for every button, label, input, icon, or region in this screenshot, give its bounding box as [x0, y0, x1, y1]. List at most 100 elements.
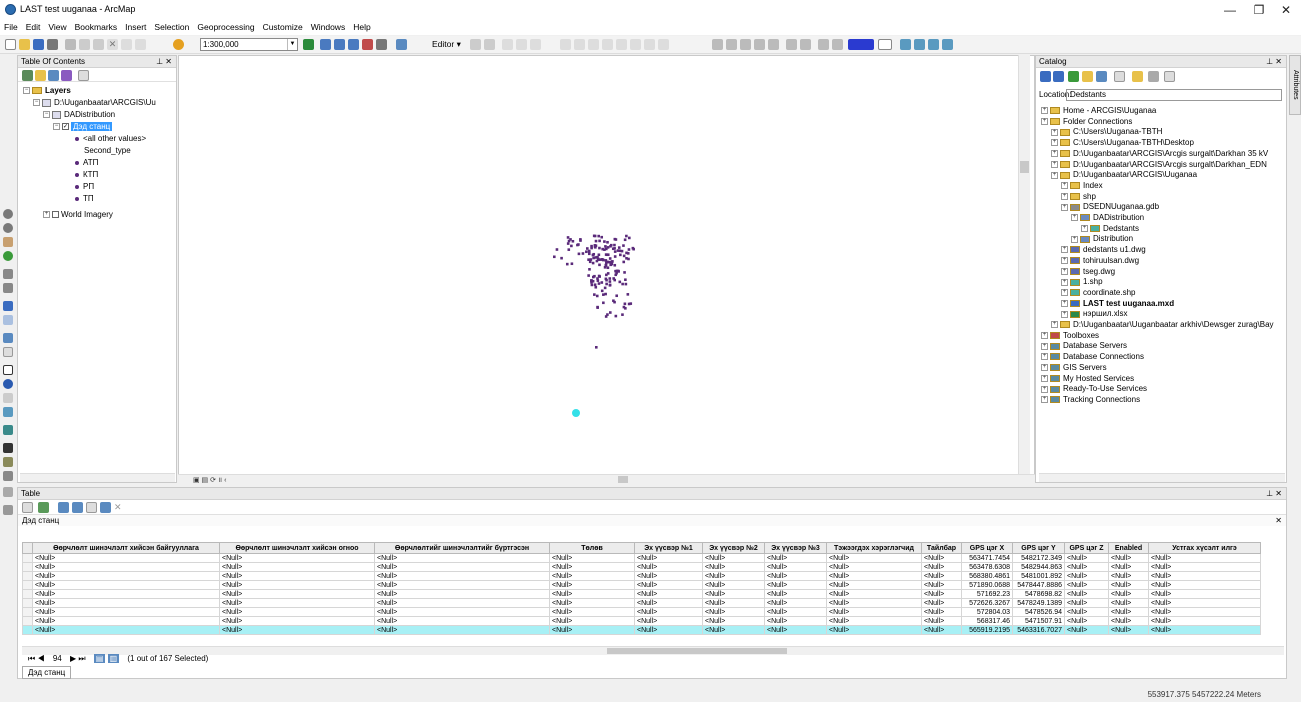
table-cell[interactable]: <Null> [1148, 553, 1261, 563]
end-point-arc-icon[interactable] [516, 39, 527, 50]
straight-segment-icon[interactable] [502, 39, 513, 50]
table-cell[interactable]: 5478447.8886 [1012, 580, 1065, 590]
cut-icon[interactable] [65, 39, 76, 50]
substation-point[interactable] [596, 257, 600, 261]
substation-point[interactable] [560, 256, 563, 260]
substation-point[interactable] [586, 247, 589, 250]
expand-icon[interactable]: + [1061, 257, 1068, 265]
layer-visibility-checkbox[interactable] [52, 211, 59, 219]
substation-point[interactable] [598, 263, 601, 267]
substation-point[interactable] [624, 307, 627, 310]
substation-point[interactable] [623, 271, 626, 274]
expand-icon[interactable]: + [1041, 107, 1048, 115]
expand-icon[interactable]: + [1041, 342, 1048, 350]
catalog-item[interactable]: + Folder Connections [1041, 117, 1132, 126]
table-cell[interactable]: 5478249.1389 [1012, 598, 1065, 608]
split-icon[interactable] [602, 39, 613, 50]
table-row[interactable]: <Null> <Null> <Null> <Null> <Null> <Null> <Nul… [22, 625, 1261, 635]
expand-icon[interactable]: + [1071, 235, 1078, 243]
chevron-down-icon[interactable]: ▼ [287, 39, 297, 50]
basemap-layer-label[interactable]: World Imagery [61, 210, 113, 219]
georef-tool-3-icon[interactable] [740, 39, 751, 50]
substation-point[interactable] [611, 247, 615, 251]
table-cell[interactable]: <Null> [32, 598, 220, 608]
table-cell[interactable]: <Null> [32, 616, 220, 626]
catalog-item[interactable]: + D:\Uuganbaatar\ARCGIS\Arcgis surgalt\Da… [1051, 149, 1268, 158]
substation-point[interactable] [609, 243, 613, 247]
collapse-icon[interactable]: − [43, 111, 50, 119]
print-icon[interactable] [47, 39, 58, 50]
catalog-item[interactable]: + shp [1061, 192, 1096, 201]
hyperlink-icon[interactable] [3, 393, 13, 403]
table-cell[interactable]: <Null> [1064, 607, 1109, 617]
table-cell[interactable]: 5478526.94 [1012, 607, 1065, 617]
substation-point[interactable] [613, 243, 616, 247]
table-cell[interactable]: <Null> [374, 607, 550, 617]
substation-point[interactable] [596, 305, 599, 309]
substation-point[interactable] [591, 261, 595, 265]
table-cell[interactable]: <Null> [32, 607, 220, 617]
menu-customize[interactable]: Customize [259, 20, 307, 34]
table-cell[interactable]: <Null> [1148, 589, 1261, 599]
substation-point[interactable] [600, 235, 604, 239]
pin-icon[interactable]: ⊥ ✕ [1266, 56, 1282, 68]
table-cell[interactable]: <Null> [826, 553, 922, 563]
substation-point[interactable] [602, 301, 605, 305]
table-cell[interactable]: <Null> [1148, 598, 1261, 608]
substation-point[interactable] [606, 246, 610, 249]
substation-point[interactable] [622, 260, 626, 264]
table-cell[interactable]: <Null> [764, 598, 827, 608]
map-canvas[interactable] [179, 56, 1019, 474]
column-header[interactable]: GPS цэг Y [1012, 542, 1065, 554]
attributes-side-tab[interactable]: Attributes [1289, 55, 1301, 115]
substation-point[interactable] [587, 249, 591, 253]
georef-tool-5-icon[interactable] [768, 39, 779, 50]
table-horizontal-scrollbar[interactable] [22, 646, 1284, 655]
substation-point[interactable] [627, 257, 630, 261]
table-cell[interactable]: <Null> [764, 625, 827, 635]
collapse-icon[interactable]: − [33, 99, 40, 107]
select-features-icon[interactable] [3, 333, 13, 343]
row-selector[interactable] [22, 553, 33, 563]
substation-point[interactable] [595, 294, 599, 298]
image-tool-2-icon[interactable] [914, 39, 925, 50]
substation-point[interactable] [631, 246, 635, 250]
substation-point[interactable] [603, 286, 607, 290]
substation-point[interactable] [571, 239, 575, 243]
substation-point[interactable] [613, 255, 617, 258]
pin-icon[interactable]: ⊥ ✕ [156, 56, 172, 68]
scroll-thumb[interactable] [607, 648, 787, 654]
fixed-zoom-in-icon[interactable] [3, 269, 13, 279]
table-cell[interactable]: <Null> [764, 607, 827, 617]
column-header[interactable]: Төлөв [549, 542, 635, 554]
column-header[interactable]: Өөрчлөлт шинэчлэлт хийсэн байгууллага [32, 542, 220, 554]
table-cell[interactable]: <Null> [702, 580, 765, 590]
substation-point[interactable] [624, 282, 628, 286]
catalog-item[interactable]: + LAST test uuganaa.mxd [1061, 299, 1174, 308]
table-cell[interactable]: 568380.4861 [961, 571, 1013, 581]
substation-point[interactable] [589, 258, 593, 261]
menu-insert[interactable]: Insert [121, 20, 150, 34]
row-selector[interactable] [22, 571, 33, 581]
substation-point[interactable] [608, 260, 611, 264]
substation-point[interactable] [612, 277, 616, 280]
options-icon[interactable] [78, 70, 89, 81]
expand-icon[interactable]: + [1061, 299, 1068, 307]
substation-point[interactable] [614, 314, 618, 318]
open-time-slider-icon[interactable] [3, 487, 13, 497]
substation-point[interactable] [618, 249, 622, 253]
add-data-icon[interactable] [173, 39, 184, 50]
substation-point[interactable] [576, 243, 579, 247]
table-cell[interactable]: <Null> [1064, 562, 1109, 572]
substation-point[interactable] [624, 278, 627, 282]
substation-point[interactable] [593, 293, 596, 296]
table-cell[interactable]: <Null> [921, 607, 962, 617]
substation-point[interactable] [585, 250, 588, 254]
column-header[interactable]: Тэжээгдэх хэрэглэгчид [826, 542, 922, 554]
table-cell[interactable]: <Null> [549, 580, 635, 590]
table-row[interactable]: <Null> <Null> <Null> <Null> <Null> <Null> <Nul… [22, 589, 1261, 599]
georef-tool-2-icon[interactable] [726, 39, 737, 50]
substation-point[interactable] [592, 256, 595, 260]
copy-icon[interactable] [79, 39, 90, 50]
substation-point[interactable] [593, 283, 597, 287]
